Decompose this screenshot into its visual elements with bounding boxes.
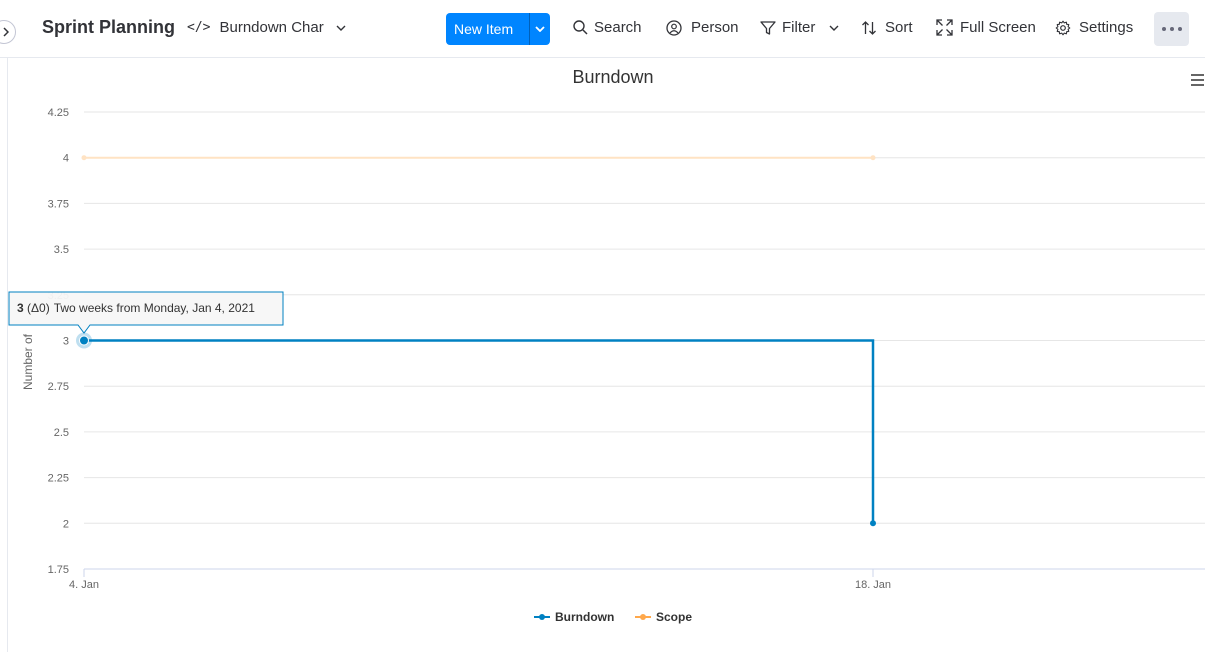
gear-icon xyxy=(1055,20,1071,35)
menu-bar xyxy=(1191,79,1204,81)
settings-label: Settings xyxy=(1079,19,1134,36)
full-screen-button[interactable]: Full Screen xyxy=(936,19,1036,36)
filter-button[interactable]: Filter xyxy=(760,19,839,36)
x-tick-label: 4. Jan xyxy=(69,579,99,591)
new-item-dropdown[interactable] xyxy=(530,26,550,32)
search-icon xyxy=(573,20,588,35)
tooltip-delta: (Δ0) xyxy=(27,301,50,315)
more-options-button[interactable] xyxy=(1154,12,1189,46)
board-toolbar: Sprint Planning </> Burndown Char New It… xyxy=(0,0,1205,58)
settings-button[interactable]: Settings xyxy=(1055,19,1133,36)
chevron-down-icon xyxy=(336,25,346,31)
person-button[interactable]: Person xyxy=(666,19,739,36)
burndown-point[interactable] xyxy=(79,335,89,346)
scope-point[interactable] xyxy=(870,155,876,161)
menu-bar xyxy=(1191,74,1204,76)
chart-menu-icon[interactable] xyxy=(1191,74,1204,88)
chevron-right-icon xyxy=(3,27,9,37)
sort-label: Sort xyxy=(885,19,913,36)
dot xyxy=(1169,27,1174,31)
y-tick-label: 2 xyxy=(63,518,69,530)
filter-icon xyxy=(760,20,776,35)
y-tick-label: 3 xyxy=(63,336,69,348)
dot xyxy=(1177,27,1182,31)
legend-burndown-marker xyxy=(539,614,545,620)
chevron-down-icon xyxy=(535,26,545,32)
y-tick-label: 2.75 xyxy=(48,381,69,393)
dot xyxy=(1161,27,1166,31)
legend-scope-marker xyxy=(640,614,646,620)
chart-title: Burndown xyxy=(572,67,653,87)
view-name: Burndown Char xyxy=(219,19,324,36)
y-tick-label: 2.5 xyxy=(54,427,69,439)
y-tick-label: 4.25 xyxy=(48,107,69,119)
tooltip-text: 3 (Δ0) Two weeks from Monday, Jan 4, 2021 xyxy=(17,301,255,315)
sort-icon xyxy=(862,20,876,35)
chevron-down-icon xyxy=(829,25,839,31)
person-label: Person xyxy=(691,19,739,36)
full-screen-label: Full Screen xyxy=(960,19,1036,36)
sort-button[interactable]: Sort xyxy=(861,19,913,36)
burndown-point[interactable] xyxy=(870,520,876,527)
y-axis-label: Number of xyxy=(21,333,35,390)
scope-point[interactable] xyxy=(81,155,87,161)
filter-label: Filter xyxy=(782,19,816,36)
y-tick-label: 4 xyxy=(63,153,69,165)
full-screen-icon xyxy=(936,19,953,36)
tooltip-value: 3 xyxy=(17,301,27,315)
burndown-chart: Burndown4.2543.753.53.2532.752.52.2521.7… xyxy=(8,67,1205,624)
y-tick-label: 3.5 xyxy=(54,244,69,256)
code-icon: </> xyxy=(187,20,211,35)
person-icon xyxy=(666,19,682,36)
menu-bar xyxy=(1191,84,1204,86)
board-title: Sprint Planning xyxy=(42,17,175,37)
search-button[interactable]: Search xyxy=(573,19,642,36)
search-label: Search xyxy=(594,19,642,36)
legend-burndown-label: Burndown xyxy=(555,610,614,624)
view-selector[interactable]: </> Burndown Char xyxy=(187,19,346,36)
y-tick-label: 1.75 xyxy=(48,564,69,576)
new-item-button[interactable]: New Item xyxy=(446,13,550,45)
y-tick-label: 2.25 xyxy=(48,473,69,485)
y-tick-label: 3.75 xyxy=(48,198,69,210)
tooltip-label: Two weeks from Monday, Jan 4, 2021 xyxy=(54,301,256,315)
legend-scope-label: Scope xyxy=(656,610,692,624)
new-item-label: New Item xyxy=(454,21,514,37)
expand-sidebar-button[interactable] xyxy=(0,20,16,44)
x-tick-label: 18. Jan xyxy=(855,579,891,591)
